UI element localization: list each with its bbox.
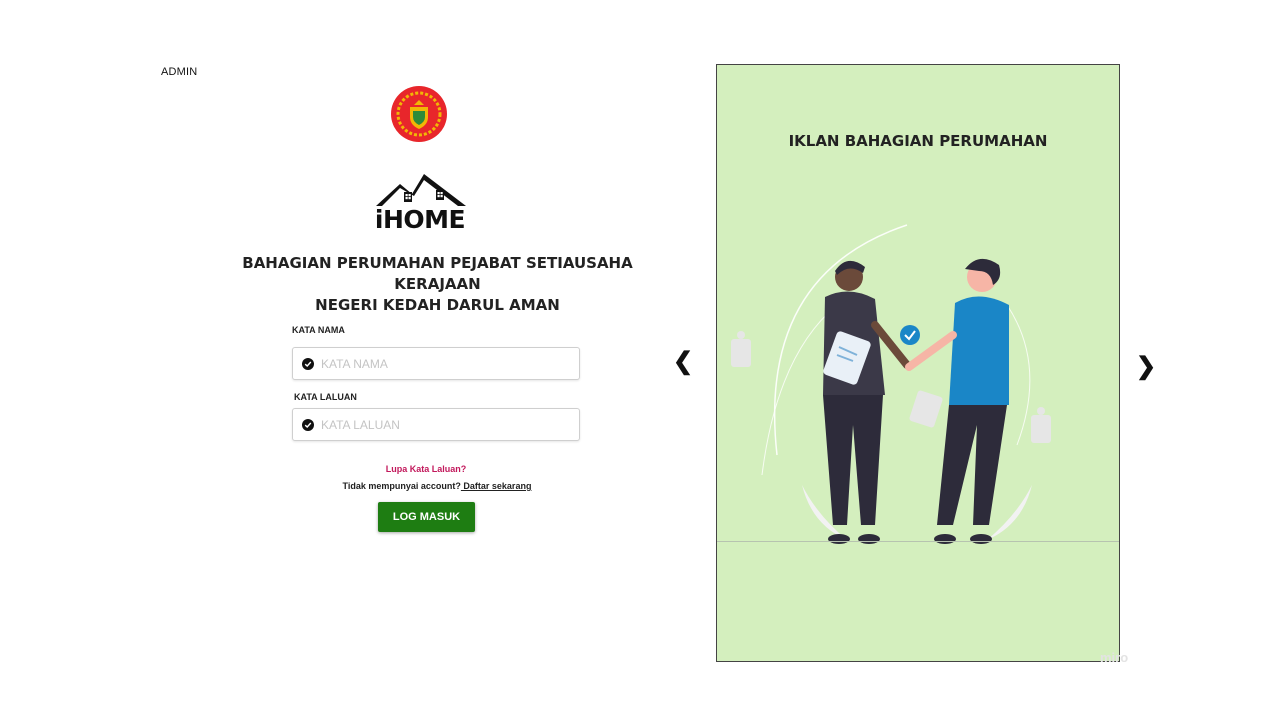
- handshake-illustration: [731, 224, 1051, 544]
- no-account-line: Tidak mempunyai account? Daftar sekarang: [300, 481, 574, 491]
- advertisement-title: IKLAN BAHAGIAN PERUMAHAN: [788, 132, 1048, 150]
- password-input[interactable]: [321, 417, 561, 432]
- organization-title-line1: BAHAGIAN PERUMAHAN PEJABAT SETIAUSAHA KE…: [242, 254, 633, 293]
- username-input[interactable]: [321, 356, 561, 371]
- role-label: ADMIN: [161, 66, 198, 78]
- miro-watermark: miro: [1100, 650, 1129, 665]
- chevron-left-icon[interactable]: ❮: [673, 350, 693, 374]
- register-link[interactable]: Daftar sekarang: [461, 481, 531, 491]
- username-field[interactable]: [292, 347, 580, 380]
- forgot-password-link[interactable]: Lupa Kata Laluan?: [376, 464, 476, 474]
- check-icon: [302, 357, 314, 370]
- username-label: KATA NAMA: [292, 325, 345, 335]
- login-button[interactable]: LOG MASUK: [378, 502, 475, 532]
- password-label: KATA LALUAN: [294, 392, 357, 402]
- app-logo-text: iHOME: [374, 205, 466, 234]
- no-account-text: Tidak mempunyai account?: [342, 481, 461, 491]
- advertisement-panel: IKLAN BAHAGIAN PERUMAHAN: [716, 64, 1120, 662]
- password-field[interactable]: [292, 408, 580, 441]
- organization-title-line2: NEGERI KEDAH DARUL AMAN: [315, 296, 560, 314]
- organization-title: BAHAGIAN PERUMAHAN PEJABAT SETIAUSAHA KE…: [215, 253, 660, 316]
- check-icon: [302, 418, 314, 431]
- ground-line: [717, 541, 1119, 542]
- chevron-right-icon[interactable]: ❯: [1136, 355, 1156, 379]
- state-emblem-icon: [391, 86, 447, 142]
